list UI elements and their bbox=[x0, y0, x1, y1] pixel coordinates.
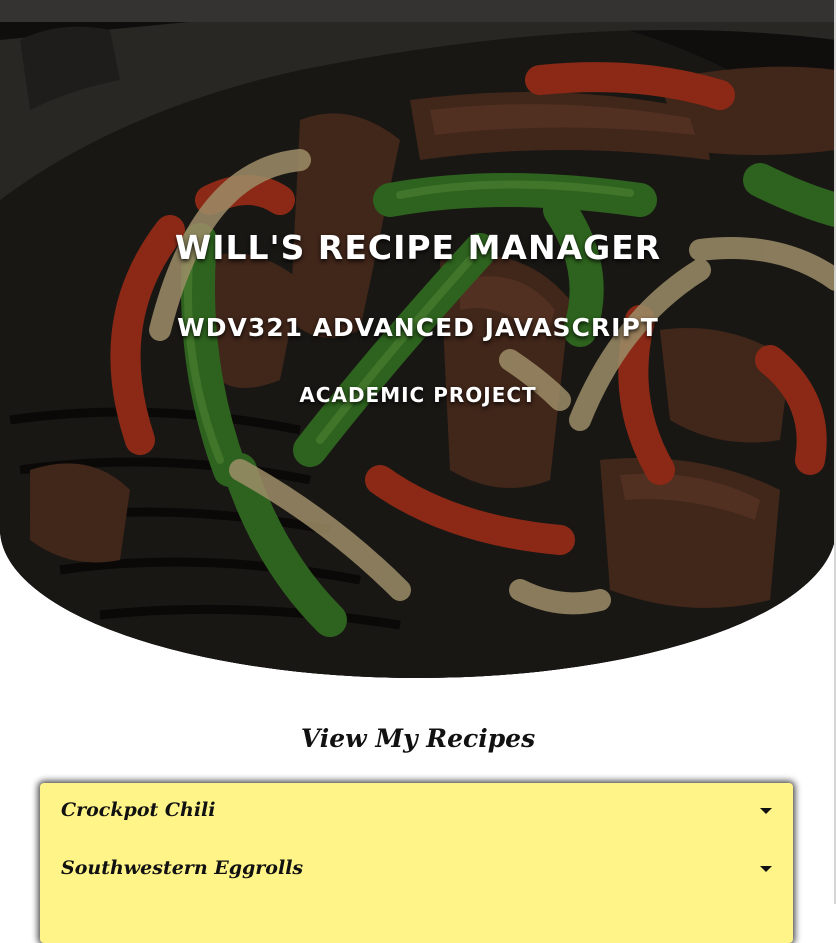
recipe-item-southwestern-eggrolls[interactable]: Southwestern Eggrolls bbox=[40, 841, 793, 899]
project-tagline: Academic Project bbox=[299, 383, 537, 407]
course-subtitle: WDV321 Advanced JavaScript bbox=[177, 313, 659, 342]
hero-banner: Will's Recipe Manager WDV321 Advanced Ja… bbox=[0, 0, 836, 678]
recipe-item-label: Southwestern Eggrolls bbox=[61, 857, 304, 879]
recipe-item-crockpot-chili[interactable]: Crockpot Chili bbox=[40, 783, 793, 841]
recipe-accordion: Crockpot Chili Southwestern Eggrolls bbox=[40, 783, 793, 943]
recipes-heading: View My Recipes bbox=[300, 724, 536, 753]
recipe-item-label: Crockpot Chili bbox=[61, 799, 216, 821]
chevron-down-icon[interactable] bbox=[760, 808, 772, 814]
chevron-down-icon[interactable] bbox=[760, 866, 772, 872]
site-title: Will's Recipe Manager bbox=[174, 228, 662, 267]
